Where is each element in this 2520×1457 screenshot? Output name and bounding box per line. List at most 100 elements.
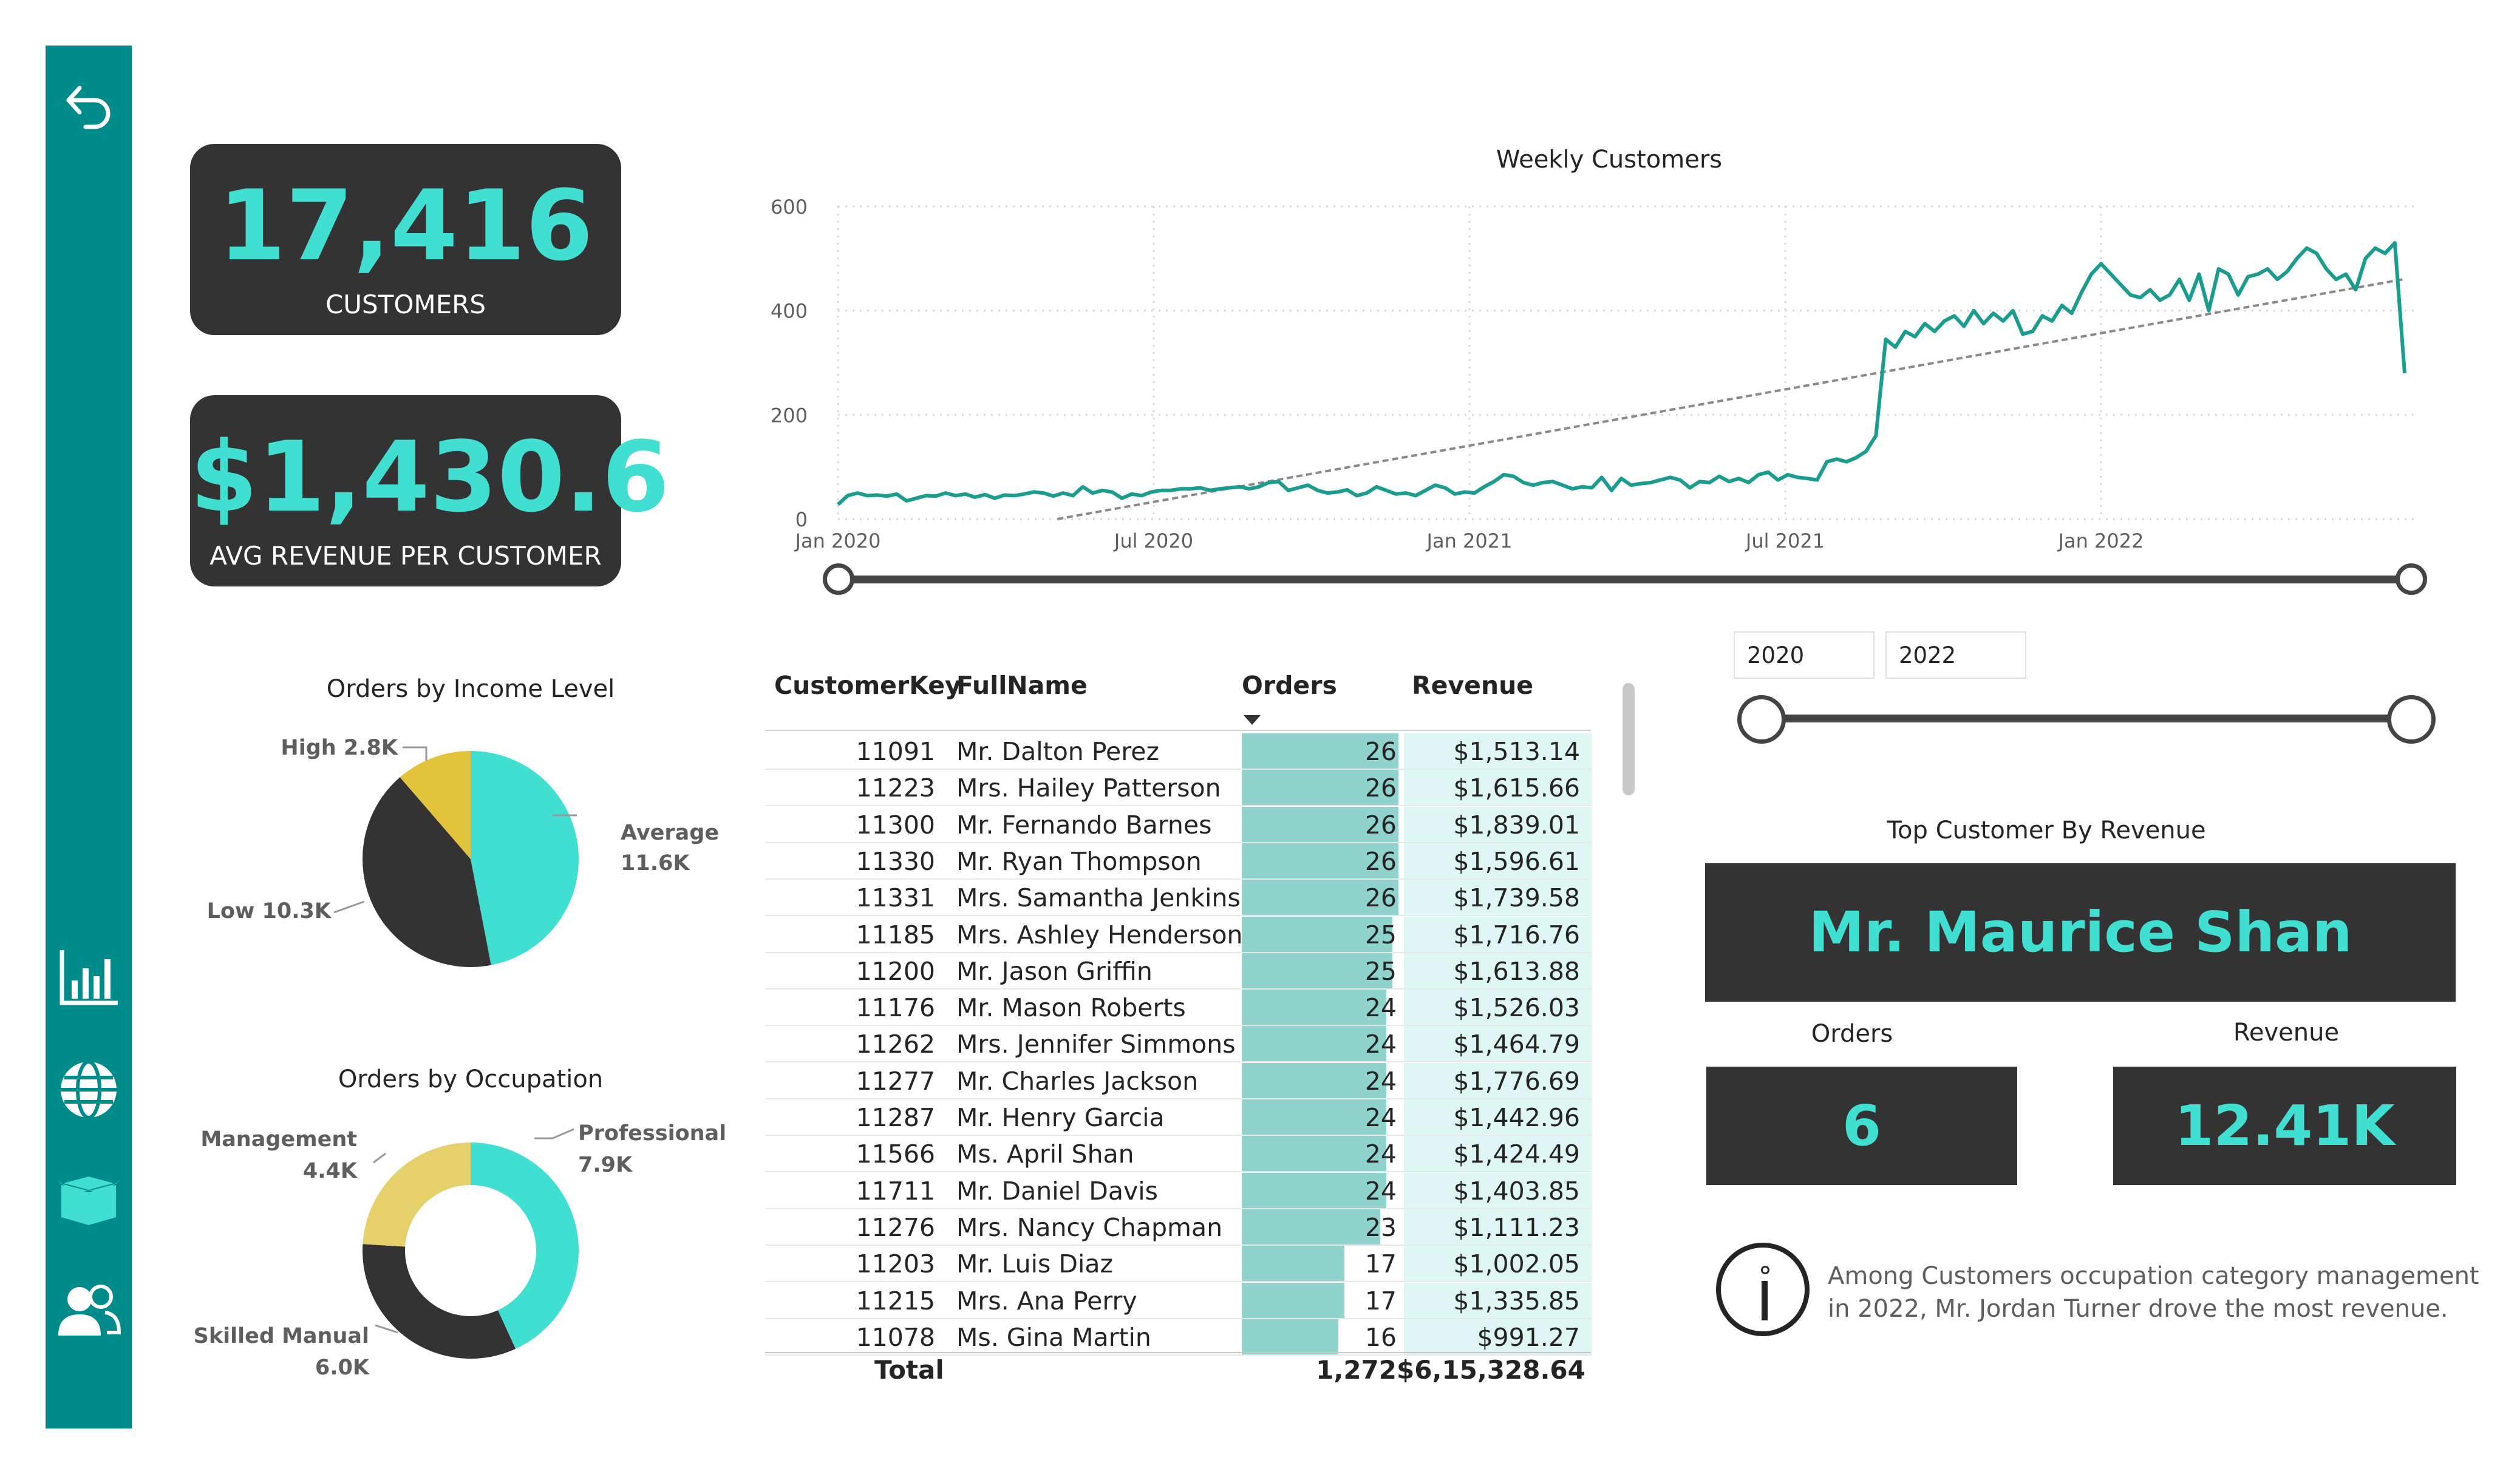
fullname-cell: Mr. Fernando Barnes: [956, 810, 1212, 840]
chart-title: Weekly Customers: [1496, 146, 1723, 174]
donut-label-professional-value: 7.9K: [578, 1153, 633, 1177]
back-arrow-icon[interactable]: [46, 73, 132, 134]
orders-cell: 26: [1364, 883, 1397, 913]
avg-revenue-card: $1,430.6 AVG REVENUE PER CUSTOMER: [190, 395, 670, 586]
col-header-revenue[interactable]: Revenue: [1412, 671, 1533, 700]
trend-line: [1057, 278, 2403, 520]
info-icon[interactable]: [1716, 1243, 1810, 1336]
x-tick-label: Jan 2021: [1426, 529, 1513, 552]
table-row[interactable]: 11277 Mr. Charles Jackson 24 $1,776.69: [765, 1062, 1592, 1099]
customer-key-cell: 11276: [856, 1212, 935, 1242]
fullname-cell: Mrs. Samantha Jenkins: [956, 883, 1241, 913]
income-slice-average[interactable]: [471, 751, 579, 965]
fullname-cell: Ms. April Shan: [956, 1139, 1134, 1169]
orders-cell: 16: [1364, 1322, 1397, 1352]
table-row[interactable]: 11185 Mrs. Ashley Henderson 25 $1,716.76: [765, 916, 1592, 953]
year-slider-end-handle[interactable]: [2387, 695, 2436, 744]
table-row[interactable]: 11566 Ms. April Shan 24 $1,424.49: [765, 1136, 1592, 1173]
x-tick-label: Jan 2020: [794, 529, 881, 552]
sort-desc-icon[interactable]: [1244, 715, 1261, 725]
revenue-cell: $1,002.05: [1453, 1249, 1580, 1279]
orders-cell: 26: [1364, 846, 1397, 876]
col-header-fullname[interactable]: FullName: [956, 671, 1088, 700]
occupation-donut-title: Orders by Occupation: [338, 1065, 604, 1093]
customer-key-cell: 11262: [856, 1030, 935, 1059]
table-row[interactable]: 11223 Mrs. Hailey Patterson 26 $1,615.66: [765, 770, 1592, 807]
top-customer-revenue-value: 12.41K: [2113, 1067, 2456, 1185]
orders-cell: 26: [1364, 737, 1397, 766]
customer-key-cell: 11185: [856, 920, 935, 949]
year-slider-start-handle[interactable]: [1737, 695, 1786, 744]
revenue-cell: $1,596.61: [1453, 846, 1580, 876]
donut-label-management-name: Management: [200, 1127, 357, 1152]
revenue-cell: $1,464.79: [1453, 1030, 1580, 1059]
fullname-cell: Mr. Mason Roberts: [956, 993, 1186, 1023]
date-range-start-handle[interactable]: [823, 563, 854, 595]
top-customer-revenue-label: Revenue: [2233, 1019, 2340, 1047]
insight-line-1: Among Customers occupation category mana…: [1828, 1262, 2479, 1290]
fullname-cell: Mrs. Nancy Chapman: [956, 1212, 1223, 1242]
customer-key-cell: 11203: [856, 1249, 935, 1279]
occupation-donut-chart: Professional 7.9K Management 4.4K Skille…: [194, 1121, 727, 1380]
bar-chart-icon[interactable]: [46, 944, 132, 1011]
table-row[interactable]: 11287 Mr. Henry Garcia 24 $1,442.96: [765, 1099, 1592, 1136]
table-row[interactable]: 11330 Mr. Ryan Thompson 26 $1,596.61: [765, 843, 1592, 880]
customer-key-cell: 11300: [856, 810, 935, 840]
year-start-input[interactable]: [1734, 631, 1875, 679]
year-end-input[interactable]: [1885, 631, 2026, 679]
pie-label-average-value: 11.6K: [621, 851, 690, 875]
table-row[interactable]: 11300 Mr. Fernando Barnes 26 $1,839.01: [765, 806, 1592, 843]
fullname-cell: Mr. Charles Jackson: [956, 1066, 1199, 1096]
customers-value: 17,416: [218, 169, 593, 282]
orders-cell: 24: [1364, 1066, 1397, 1096]
fullname-cell: Mr. Daniel Davis: [956, 1176, 1158, 1206]
revenue-cell: $1,739.58: [1453, 883, 1580, 913]
orders-cell: 24: [1364, 1139, 1397, 1169]
fullname-cell: Mr. Jason Griffin: [956, 956, 1153, 986]
users-icon[interactable]: [46, 1278, 132, 1345]
box-icon[interactable]: [46, 1166, 132, 1232]
table-row[interactable]: 11262 Mrs. Jennifer Simmons 24 $1,464.79: [765, 1026, 1592, 1063]
col-header-customerkey[interactable]: CustomerKey: [774, 671, 961, 700]
table-row[interactable]: 11276 Mrs. Nancy Chapman 23 $1,111.23: [765, 1209, 1592, 1246]
customer-key-cell: 11287: [856, 1103, 935, 1132]
table-scrollbar[interactable]: [1623, 683, 1635, 795]
customer-key-cell: 11176: [856, 993, 935, 1023]
donut-label-skilled-value: 6.0K: [315, 1356, 370, 1380]
revenue-cell: $1,716.76: [1453, 920, 1580, 949]
fullname-cell: Mrs. Ashley Henderson: [956, 920, 1243, 949]
orders-cell: 26: [1364, 773, 1397, 803]
customer-key-cell: 11078: [856, 1322, 935, 1352]
table-row[interactable]: 11203 Mr. Luis Diaz 17 $1,002.05: [765, 1246, 1592, 1283]
col-header-orders[interactable]: Orders: [1242, 671, 1337, 700]
top-customer-orders-label: Orders: [1811, 1020, 1893, 1048]
total-revenue: $6,15,328.64: [1397, 1355, 1585, 1385]
table-row[interactable]: 11078 Ms. Gina Martin 16 $991.27: [765, 1319, 1592, 1356]
fullname-cell: Mr. Henry Garcia: [956, 1103, 1165, 1132]
table-row[interactable]: 11176 Mr. Mason Roberts 24 $1,526.03: [765, 990, 1592, 1027]
orders-cell: 24: [1364, 1176, 1397, 1206]
table-row[interactable]: 11091 Mr. Dalton Perez 26 $1,513.14: [765, 733, 1592, 770]
orders-cell: 24: [1364, 1103, 1397, 1132]
table-row[interactable]: 11215 Mrs. Ana Perry 17 $1,335.85: [765, 1282, 1592, 1319]
date-range-end-handle[interactable]: [2396, 563, 2427, 595]
orders-cell: 26: [1364, 810, 1397, 840]
year-slider-track[interactable]: [1761, 715, 2417, 722]
globe-icon[interactable]: [46, 1056, 132, 1123]
customer-key-cell: 11215: [856, 1286, 935, 1316]
date-range-track[interactable]: [838, 576, 2411, 583]
customer-key-cell: 11223: [856, 773, 935, 803]
table-row[interactable]: 11711 Mr. Daniel Davis 24 $1,403.85: [765, 1172, 1592, 1209]
x-tick-label: Jan 2022: [2057, 529, 2144, 552]
fullname-cell: Mrs. Hailey Patterson: [956, 773, 1221, 803]
x-tick-label: Jul 2021: [1745, 529, 1825, 552]
x-tick-label: Jul 2020: [1113, 529, 1193, 552]
table-row[interactable]: 11200 Mr. Jason Griffin 25 $1,613.88: [765, 953, 1592, 990]
total-orders: 1,272: [1316, 1355, 1397, 1385]
income-pie-chart: High 2.8K Average 11.6K Low 10.3K: [207, 736, 719, 967]
occupation-slice-skilled-manual[interactable]: [363, 1244, 516, 1359]
table-row[interactable]: 11331 Mrs. Samantha Jenkins 26 $1,739.58: [765, 880, 1592, 917]
customers-card: 17,416 CUSTOMERS: [190, 144, 621, 335]
fullname-cell: Mr. Dalton Perez: [956, 737, 1159, 766]
revenue-cell: $1,424.49: [1453, 1139, 1580, 1169]
